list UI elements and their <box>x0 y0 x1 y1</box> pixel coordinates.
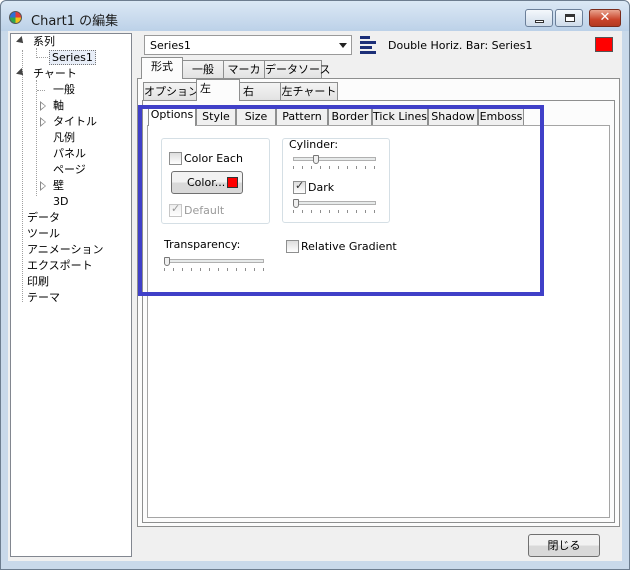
tree-item-series[interactable]: 系列 <box>16 34 57 50</box>
collapsed-arrow-icon[interactable] <box>40 117 46 127</box>
series-color-swatch[interactable] <box>595 37 613 52</box>
tab-marks[interactable]: マーカ <box>223 60 265 79</box>
tab-shadow[interactable]: Shadow <box>428 107 478 126</box>
close-window-button[interactable]: ✕ <box>589 9 621 27</box>
tree-item-animation[interactable]: アニメーション <box>25 242 106 258</box>
tree-item-wall[interactable]: 壁 <box>40 178 66 194</box>
cylinder-label: Cylinder: <box>289 138 339 151</box>
tab-left-chart[interactable]: 左チャート <box>280 82 338 101</box>
tree-item-3d[interactable]: 3D <box>41 194 70 210</box>
collapsed-arrow-icon[interactable] <box>40 101 46 111</box>
tab-general[interactable]: 一般 <box>182 60 224 79</box>
tree-line <box>36 57 48 58</box>
slider-thumb[interactable] <box>313 155 319 164</box>
chart-app-icon <box>9 11 22 24</box>
cylinder-slider[interactable] <box>293 155 376 173</box>
tree-item-theme[interactable]: テーマ <box>25 290 62 306</box>
series-select-value: Series1 <box>150 39 191 52</box>
dialog-client: 系列 Series1 チャート 一般 軸 タイトル 凡例 パネル ページ 壁 3… <box>8 31 622 561</box>
tab-options-jp[interactable]: オプション <box>143 82 199 101</box>
settings-tree[interactable]: 系列 Series1 チャート 一般 軸 タイトル 凡例 パネル ページ 壁 3… <box>10 33 132 557</box>
tree-line <box>22 50 23 302</box>
maximize-button[interactable] <box>555 9 583 27</box>
tree-item-panel[interactable]: パネル <box>41 146 88 162</box>
tab-left[interactable]: 左 <box>196 79 240 101</box>
tab-size[interactable]: Size <box>236 107 276 126</box>
tree-item-general[interactable]: 一般 <box>37 82 77 98</box>
tree-item-axis[interactable]: 軸 <box>40 98 66 114</box>
close-icon: ✕ <box>599 10 611 25</box>
tab-format[interactable]: 形式 <box>141 57 183 79</box>
tree-item-data[interactable]: データ <box>25 210 62 226</box>
tab-right[interactable]: 右 <box>239 82 281 101</box>
series-type-label: Double Horiz. Bar: Series1 <box>388 39 533 52</box>
dark-checkbox[interactable] <box>293 179 306 194</box>
dark-label: Dark <box>308 181 335 194</box>
collapsed-arrow-icon[interactable] <box>40 181 46 191</box>
horizontal-bar-series-icon <box>360 36 376 54</box>
tab-emboss[interactable]: Emboss <box>478 107 524 126</box>
minimize-button[interactable] <box>525 9 553 27</box>
color-each-label: Color Each <box>184 152 243 165</box>
expanded-arrow-icon[interactable] <box>16 36 26 46</box>
default-label: Default <box>184 204 225 217</box>
relative-gradient-label: Relative Gradient <box>301 240 397 253</box>
tree-item-export[interactable]: エクスポート <box>25 258 95 274</box>
tree-item-tools[interactable]: ツール <box>25 226 62 242</box>
title-bar: Chart1 の編集 ✕ <box>1 1 629 31</box>
tab-style[interactable]: Style <box>196 107 236 126</box>
tree-item-legend[interactable]: 凡例 <box>41 130 77 146</box>
tree-item-title[interactable]: タイトル <box>40 114 99 130</box>
slider-thumb[interactable] <box>164 257 170 266</box>
slider-thumb[interactable] <box>293 199 299 208</box>
transparency-slider[interactable] <box>164 257 264 275</box>
expanded-arrow-icon[interactable] <box>16 68 26 78</box>
color-each-checkbox[interactable] <box>169 152 182 165</box>
relative-gradient-checkbox[interactable] <box>286 240 299 253</box>
tree-line <box>36 80 37 196</box>
window-title: Chart1 の編集 <box>31 14 119 29</box>
tree-item-chart[interactable]: チャート <box>16 66 79 82</box>
tree-item-series1[interactable]: Series1 <box>49 50 96 66</box>
series-select[interactable]: Series1 <box>144 35 352 55</box>
default-checkbox[interactable] <box>169 202 182 217</box>
dark-slider[interactable] <box>293 199 376 217</box>
chevron-down-icon <box>339 43 347 48</box>
tab-datasource[interactable]: データソース <box>264 60 330 79</box>
transparency-label: Transparency: <box>164 238 241 251</box>
tree-item-print[interactable]: 印刷 <box>25 274 51 290</box>
tab-border[interactable]: Border <box>328 107 372 126</box>
tab-pattern[interactable]: Pattern <box>276 107 328 126</box>
close-button[interactable]: 閉じる <box>528 534 600 557</box>
tab-options[interactable]: Options <box>148 105 196 126</box>
color-swatch <box>227 177 238 188</box>
tab-tick-lines[interactable]: Tick Lines <box>372 107 428 126</box>
editor-window: Chart1 の編集 ✕ 系列 Series1 チャート 一般 軸 タイトル 凡… <box>0 0 630 570</box>
tree-item-page[interactable]: ページ <box>41 162 88 178</box>
color-button[interactable]: Color... <box>171 171 243 194</box>
